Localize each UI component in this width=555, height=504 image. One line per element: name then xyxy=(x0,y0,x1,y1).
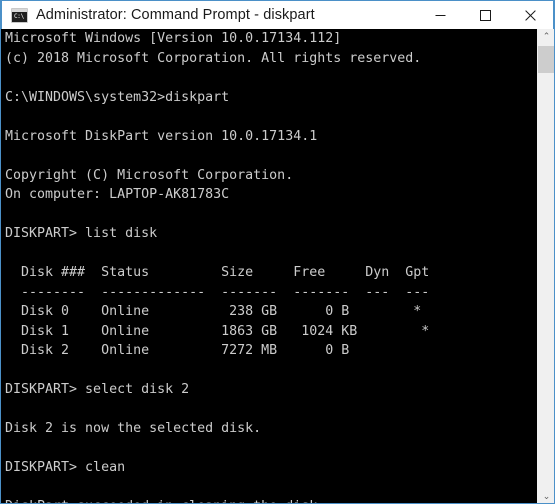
console-window-icon: C:\ xyxy=(11,7,28,23)
console-output-area[interactable]: Microsoft Windows [Version 10.0.17134.11… xyxy=(1,29,554,503)
scroll-down-button[interactable]: ⌄ xyxy=(538,489,554,503)
console-line: -------- ------------- ------- ------- -… xyxy=(5,284,430,300)
console-line: DISKPART> list disk xyxy=(5,226,158,241)
window-controls xyxy=(418,1,553,29)
close-button[interactable] xyxy=(508,1,553,29)
minimize-button[interactable] xyxy=(418,1,463,29)
console-line: DiskPart succeeded in cleaning the disk. xyxy=(5,497,533,503)
maximize-icon xyxy=(480,9,491,21)
console-line: Disk 2 is now the selected disk. xyxy=(5,421,262,436)
console-line: On computer: LAPTOP-AK81783C xyxy=(5,187,230,202)
title-bar[interactable]: C:\ Administrator: Command Prompt - disk… xyxy=(1,0,554,29)
console-icon-titlestrip xyxy=(12,8,27,12)
console-line: (c) 2018 Microsoft Corporation. All righ… xyxy=(5,50,422,66)
console-line: Microsoft DiskPart version 10.0.17134.1 xyxy=(5,128,318,144)
console-line: Disk 1 Online 1863 GB 1024 KB * xyxy=(5,323,430,339)
console-line: C:\WINDOWS\system32>diskpart xyxy=(5,89,230,105)
console-line: DISKPART> clean xyxy=(5,460,126,475)
close-icon xyxy=(525,9,536,21)
command-prompt-window: C:\ Administrator: Command Prompt - disk… xyxy=(0,0,555,504)
scrollbar-track[interactable] xyxy=(538,73,554,486)
console-line: Copyright (C) Microsoft Corporation. xyxy=(5,167,294,183)
chevron-down-icon: ⌄ xyxy=(542,492,551,502)
scrollbar-thumb[interactable] xyxy=(538,46,554,73)
minimize-icon xyxy=(435,14,446,16)
vertical-scrollbar[interactable]: ⌃ ⌄ xyxy=(537,29,554,503)
console-text: Microsoft Windows [Version 10.0.17134.11… xyxy=(5,29,533,503)
console-icon-prompt-text: C:\ xyxy=(14,12,24,20)
console-line: Disk ### Status Size Free Dyn Gpt xyxy=(5,265,430,280)
scroll-up-button[interactable]: ⌃ xyxy=(538,29,554,46)
console-line: Microsoft Windows [Version 10.0.17134.11… xyxy=(5,31,342,46)
console-line: DISKPART> select disk 2 xyxy=(5,382,190,397)
window-title: Administrator: Command Prompt - diskpart xyxy=(36,7,315,23)
console-line: Disk 2 Online 7272 MB 0 B xyxy=(5,343,350,358)
maximize-button[interactable] xyxy=(463,1,508,29)
chevron-up-icon: ⌃ xyxy=(542,32,551,42)
console-line: Disk 0 Online 238 GB 0 B * xyxy=(5,304,422,319)
